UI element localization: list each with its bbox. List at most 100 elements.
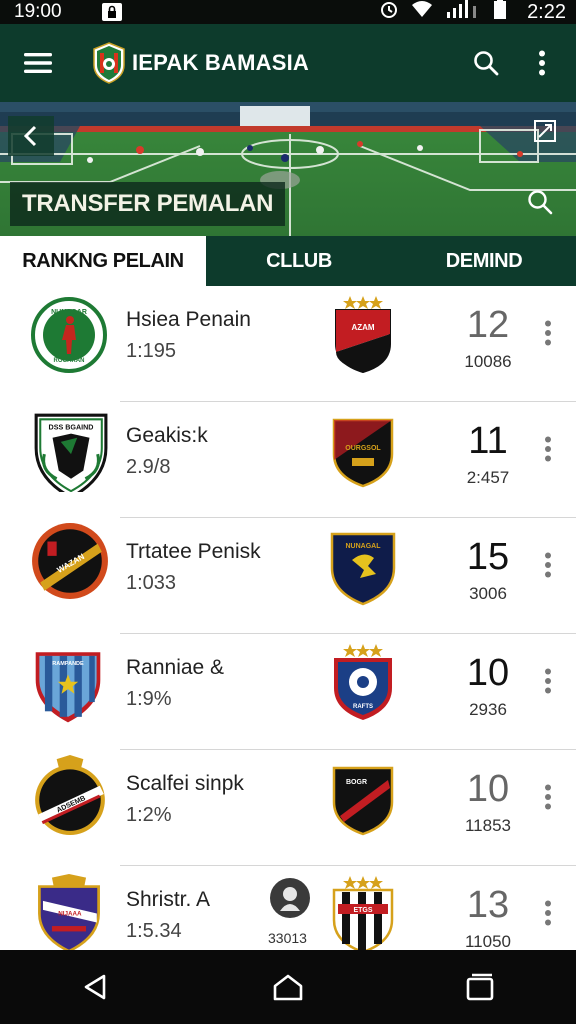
tab-bar: RANKNG PELAIN CLLUB DEMIND <box>0 236 576 286</box>
search-icon <box>528 190 553 215</box>
ranking-list: NUNAGAR ROGAKAN Hsiea Penain 1:195 AZAM … <box>0 286 576 950</box>
points-value: 10086 <box>464 352 512 371</box>
rank-value: 15 <box>466 536 510 578</box>
club-badge-text: RAFTS <box>353 704 373 710</box>
more-vertical-icon <box>545 320 551 346</box>
home-icon <box>273 974 303 1001</box>
club-badge-text: NUNAGAL <box>346 543 382 550</box>
player-name: Trtatee Penisk <box>126 540 261 563</box>
player-badge-icon: NIJAAA <box>38 874 100 950</box>
tab-ranking-pelain[interactable]: RANKNG PELAIN <box>0 236 206 286</box>
status-time-left: 19:00 <box>14 1 62 22</box>
menu-button[interactable] <box>14 39 62 87</box>
player-name: Ranniae & <box>126 656 225 679</box>
club-badge-text: OURGSOL <box>345 445 381 452</box>
list-item[interactable]: DSS BGAIND Geakis:k 2.9/8 OURGSOL 11 2:4… <box>0 402 576 518</box>
hero-banner-carousel[interactable]: TRANSFER PEMALAN <box>0 102 576 236</box>
system-nav-bar <box>0 950 576 1024</box>
player-badge-icon: DSS BGAIND <box>34 413 108 492</box>
rank-value: 12 <box>466 304 510 346</box>
player-badge-text: RAMPANDE <box>52 661 84 667</box>
wifi-icon <box>411 0 433 24</box>
player-badge-icon: RAMPANDE <box>35 652 101 723</box>
avatar[interactable] <box>270 878 310 918</box>
row-more-button[interactable] <box>536 664 560 698</box>
app-title: IEPAK BAMASIA <box>132 50 309 75</box>
player-stat: 2.9/8 <box>126 456 171 478</box>
list-item[interactable]: NIJAAA Shristr. A 1:5.34 33013 ETGS 13 1… <box>0 866 576 950</box>
rank-value: 13 <box>466 884 510 926</box>
status-bar: 19:00 2:22 <box>0 0 576 24</box>
row-more-button[interactable] <box>536 432 560 466</box>
club-badge-icon: NUNAGAL <box>330 532 396 606</box>
club-badge-icon: OURGSOL <box>332 418 394 488</box>
player-badge-text: DSS BGAIND <box>49 424 94 432</box>
player-stat: 1:195 <box>126 340 177 362</box>
back-triangle-icon <box>84 974 106 1000</box>
battery-icon <box>493 0 507 25</box>
player-badge-icon: WAZAN <box>32 523 108 599</box>
player-stat: 1:2% <box>126 804 172 826</box>
player-badge-text: NIJAAA <box>58 910 82 917</box>
club-badge-icon: ETGS <box>332 876 394 950</box>
club-badge-text: BOGR <box>346 779 367 786</box>
player-name: Shristr. A <box>126 888 211 911</box>
player-name: Hsiea Penain <box>126 308 251 331</box>
hero-expand-button[interactable] <box>530 116 560 146</box>
club-badge-text: AZAM <box>351 323 374 332</box>
more-vertical-icon <box>545 552 551 578</box>
search-button[interactable] <box>464 41 508 85</box>
points-value: 2:457 <box>466 468 510 487</box>
home-button[interactable] <box>256 955 320 1019</box>
hamburger-icon <box>24 53 52 73</box>
recents-button[interactable] <box>448 955 512 1019</box>
player-stat: 1:5.34 <box>126 920 182 942</box>
player-name: Geakis:k <box>126 424 208 447</box>
more-vertical-icon <box>545 436 551 462</box>
rank-value: 11 <box>468 420 508 462</box>
player-badge-text-bottom: ROGAKAN <box>54 358 85 364</box>
rank-value: 10 <box>466 768 510 810</box>
player-name: Scalfei sinpk <box>126 772 244 795</box>
status-time-right: 2:22 <box>527 0 566 23</box>
points-value: 11050 <box>464 932 511 950</box>
tab-demind[interactable]: DEMIND <box>392 236 576 286</box>
more-vertical-icon <box>545 900 551 926</box>
row-more-button[interactable] <box>536 896 560 930</box>
club-badge-icon: BOGR <box>332 766 394 836</box>
more-vertical-icon <box>539 50 545 76</box>
club-badge-icon: AZAM <box>335 296 391 374</box>
expand-icon <box>534 120 556 142</box>
recents-icon <box>466 973 494 1001</box>
overflow-menu-button[interactable] <box>520 41 564 85</box>
list-item[interactable]: WAZAN Trtatee Penisk 1:033 NUNAGAL 15 30… <box>0 518 576 634</box>
player-badge-icon: NUNAGAR ROGAKAN <box>31 297 107 373</box>
tab-club[interactable]: CLLUB <box>206 236 392 286</box>
player-stat: 1:9% <box>126 688 172 710</box>
follower-count: 33013 <box>268 930 307 946</box>
list-item[interactable]: ADSEMB Scalfei sinpk 1:2% BOGR 10 11853 <box>0 750 576 866</box>
row-more-button[interactable] <box>536 780 560 814</box>
rank-value: 10 <box>466 652 510 694</box>
lock-icon <box>101 3 122 21</box>
signal-icon <box>445 0 481 24</box>
back-button[interactable] <box>64 955 128 1019</box>
club-badge-icon: RAFTS <box>334 644 392 720</box>
alarm-icon <box>379 0 399 25</box>
chevron-left-icon <box>23 125 37 147</box>
row-more-button[interactable] <box>536 316 560 350</box>
row-more-button[interactable] <box>536 548 560 582</box>
player-stat: 1:033 <box>126 572 177 594</box>
app-bar: IEPAK BAMASIA <box>0 24 576 102</box>
hero-search-button[interactable] <box>522 184 558 220</box>
app-logo-icon <box>93 42 125 84</box>
user-avatar-icon <box>280 887 300 911</box>
hero-banner-title: TRANSFER PEMALAN <box>10 182 286 226</box>
list-item[interactable]: RAMPANDE Ranniae & 1:9% RAFTS 10 2936 <box>0 634 576 750</box>
list-item[interactable]: NUNAGAR ROGAKAN Hsiea Penain 1:195 AZAM … <box>0 286 576 402</box>
more-vertical-icon <box>545 668 551 694</box>
points-value: 3006 <box>469 584 507 603</box>
player-badge-text: NUNAGAR <box>51 309 87 316</box>
hero-prev-button[interactable] <box>8 116 54 156</box>
club-badge-text: ETGS <box>353 907 372 914</box>
